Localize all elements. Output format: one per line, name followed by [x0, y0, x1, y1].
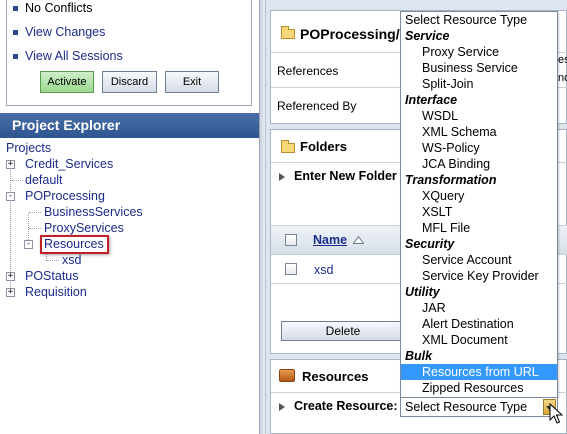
tree-item-poprocessing[interactable]: POProcessing [25, 189, 105, 203]
expand-toggle-icon[interactable]: + [6, 288, 15, 297]
discard-button[interactable]: Discard [102, 71, 157, 93]
tree-item-credit-services[interactable]: Credit_Services [25, 157, 113, 171]
tree-item-requisition[interactable]: Requisition [25, 285, 87, 299]
folder-icon [281, 140, 295, 153]
dropdown-option[interactable]: Service Account [401, 252, 557, 268]
create-resource-label: Create Resource: [294, 399, 398, 413]
view-changes-link[interactable]: View Changes [13, 25, 106, 39]
dropdown-option[interactable]: XQuery [401, 188, 557, 204]
project-tree: Projects + Credit_Services default - POP… [0, 139, 259, 434]
dropdown-option[interactable]: JAR [401, 300, 557, 316]
dropdown-header: Select Resource Type [405, 13, 528, 27]
name-column-header[interactable]: Name [313, 233, 347, 247]
bullet-icon [13, 6, 18, 11]
dropdown-option[interactable]: MFL File [401, 220, 557, 236]
resource-type-dropdown-list[interactable]: Select Resource Type Service Proxy Service… [400, 11, 558, 398]
tree-connector [29, 212, 41, 213]
sort-ascending-icon[interactable] [353, 236, 364, 244]
dropdown-option[interactable]: WS-Policy [401, 140, 557, 156]
dropdown-option[interactable]: Alert Destination [401, 316, 557, 332]
folder-icon [281, 26, 295, 39]
dropdown-group-label: Bulk [405, 349, 433, 363]
dropdown-option[interactable]: XML Schema [401, 124, 557, 140]
dropdown-group-label: Service [405, 29, 450, 43]
expand-toggle-icon[interactable]: + [6, 160, 15, 169]
select-all-checkbox[interactable] [285, 234, 297, 246]
dropdown-group-label: Interface [405, 93, 458, 107]
folder-row-xsd[interactable]: xsd [314, 263, 333, 277]
mouse-pointer-icon [549, 403, 563, 424]
view-all-sessions-link[interactable]: View All Sessions [13, 49, 123, 63]
dropdown-option[interactable]: Zipped Resources [401, 380, 557, 396]
delete-button[interactable]: Delete [281, 321, 405, 341]
bullet-icon [13, 54, 18, 59]
view-changes-label: View Changes [25, 25, 106, 39]
expand-arrow-icon[interactable] [279, 173, 285, 181]
dropdown-option[interactable]: JCA Binding [401, 156, 557, 172]
resources-icon [279, 369, 295, 382]
row-checkbox[interactable] [285, 263, 297, 275]
conflicts-status: No Conflicts [13, 1, 93, 15]
tree-item-proxy-services[interactable]: ProxyServices [44, 221, 124, 235]
tree-item-business-services[interactable]: BusinessServices [44, 205, 143, 219]
references-value: es [558, 54, 567, 66]
resource-type-select[interactable]: Select Resource Type [400, 397, 558, 417]
project-title: POProcessing/ [300, 26, 400, 42]
expand-toggle-icon[interactable]: + [6, 272, 15, 281]
collapse-toggle-icon[interactable]: - [6, 192, 15, 201]
dropdown-option[interactable]: XML Document [401, 332, 557, 348]
dropdown-option[interactable]: Resources from URL [401, 364, 557, 380]
expand-arrow-icon[interactable] [279, 403, 285, 411]
activate-button[interactable]: Activate [40, 71, 94, 93]
bullet-icon [13, 30, 18, 35]
resources-title: Resources [302, 369, 369, 384]
tree-connector [29, 228, 41, 229]
dropdown-group-label: Utility [405, 285, 440, 299]
referenced-by-value: no [558, 72, 567, 84]
splitter-bar[interactable] [259, 0, 266, 434]
enter-new-folder-label[interactable]: Enter New Folder [294, 169, 397, 183]
folders-title: Folders [300, 139, 347, 154]
tree-item-default[interactable]: default [25, 173, 63, 187]
dropdown-option[interactable]: Split-Join [401, 76, 557, 92]
references-label: References [277, 64, 339, 78]
dropdown-group-label: Security [405, 237, 455, 251]
exit-button[interactable]: Exit [165, 71, 219, 93]
tree-item-postatus[interactable]: POStatus [25, 269, 79, 283]
dropdown-option[interactable]: Business Service [401, 60, 557, 76]
tree-connector [47, 260, 59, 261]
tree-connector [11, 180, 23, 181]
dropdown-group-label: Transformation [405, 173, 497, 187]
app-window: No Conflicts View Changes View All Sessi… [0, 0, 567, 434]
referenced-by-label: Referenced By [277, 99, 357, 113]
tree-item-xsd[interactable]: xsd [62, 253, 81, 267]
tree-root-projects[interactable]: Projects [6, 141, 51, 155]
collapse-toggle-icon[interactable]: - [24, 240, 33, 249]
change-center-panel: No Conflicts View Changes View All Sessi… [6, 0, 252, 106]
project-explorer-title: Project Explorer [0, 113, 259, 138]
conflicts-status-label: No Conflicts [25, 1, 93, 15]
tree-item-resources[interactable]: Resources [44, 237, 104, 251]
left-panel: No Conflicts View Changes View All Sessi… [0, 0, 259, 434]
dropdown-option[interactable]: WSDL [401, 108, 557, 124]
dropdown-option[interactable]: XSLT [401, 204, 557, 220]
dropdown-option[interactable]: Service Key Provider [401, 268, 557, 284]
dropdown-option[interactable]: Proxy Service [401, 44, 557, 60]
view-all-sessions-label: View All Sessions [25, 49, 123, 63]
